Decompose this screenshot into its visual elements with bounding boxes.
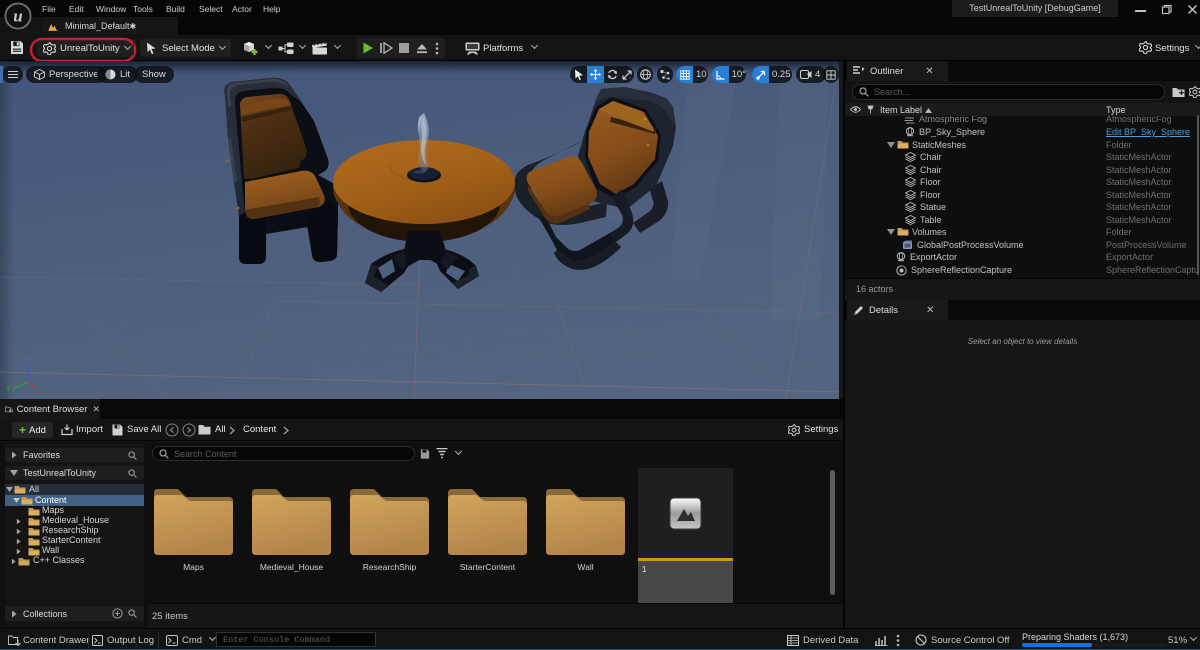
svg-text:x: x bbox=[37, 389, 41, 396]
svg-text:Z: Z bbox=[25, 359, 30, 366]
svg-text:Y: Y bbox=[6, 386, 11, 393]
svg-text:u: u bbox=[13, 7, 22, 26]
